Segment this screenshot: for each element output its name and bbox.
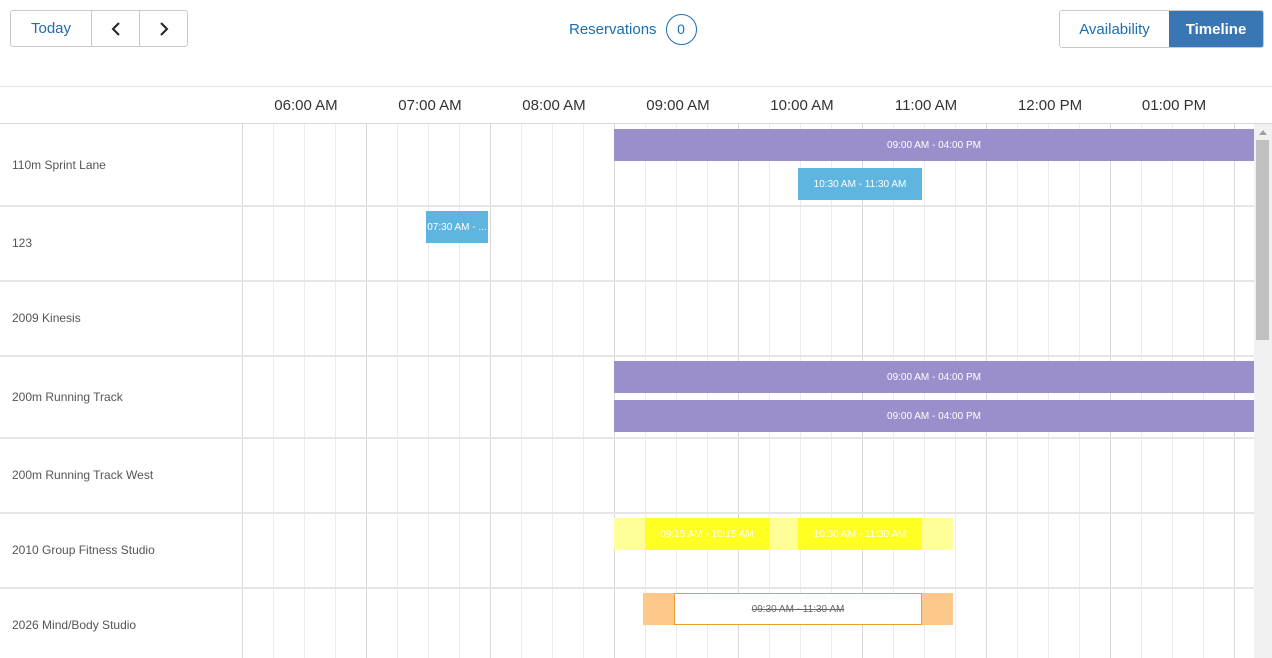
hour-label: 11:00 AM: [894, 97, 958, 114]
timeline-view-button[interactable]: Timeline: [1169, 11, 1263, 47]
cancelled-reservation-block[interactable]: 09:30 AM - 11:30 AM: [674, 593, 922, 625]
resource-name: 2010 Group Fitness Studio: [12, 543, 155, 557]
today-button[interactable]: Today: [11, 11, 91, 46]
next-button[interactable]: [139, 11, 187, 46]
reservations-count-badge: 0: [665, 13, 697, 45]
resource-row: 2010 Group Fitness Studio 09:15 AM - 10:…: [0, 514, 1254, 589]
chevron-right-icon: [159, 21, 168, 36]
previous-button[interactable]: [91, 11, 139, 46]
reservation-block[interactable]: 09:00 AM - 04:00 PM: [614, 361, 1254, 393]
scroll-thumb[interactable]: [1256, 140, 1269, 340]
reservation-block[interactable]: 10:30 AM - 11:30 AM: [798, 518, 922, 550]
scroll-up-arrow-icon[interactable]: [1259, 130, 1267, 135]
reservation-block[interactable]: 07:30 AM - ...: [426, 211, 488, 243]
availability-view-button[interactable]: Availability: [1060, 11, 1169, 47]
resource-row: 123 07:30 AM - ...: [0, 207, 1254, 282]
chevron-left-icon: [111, 21, 120, 36]
hour-label: 07:00 AM: [398, 97, 462, 114]
hour-label: 12:00 PM: [1017, 97, 1083, 114]
hour-label: 10:00 AM: [770, 97, 834, 114]
resource-row: 2009 Kinesis: [0, 282, 1254, 357]
date-navigation: Today: [10, 10, 188, 47]
resource-name: 123: [12, 236, 33, 250]
hour-label: 01:00 PM: [1141, 97, 1207, 114]
view-switcher: Availability Timeline: [1059, 10, 1264, 48]
hour-label: 08:00 AM: [522, 97, 586, 114]
resource-name: 200m Running Track: [12, 390, 123, 404]
reservations-link[interactable]: Reservations 0: [569, 12, 697, 46]
resource-name: 2026 Mind/Body Studio: [12, 618, 137, 632]
resource-name: 200m Running Track West: [12, 468, 154, 482]
hour-label: 06:00 AM: [274, 97, 338, 114]
resource-name: 110m Sprint Lane: [12, 158, 106, 172]
hour-label: 09:00 AM: [646, 97, 710, 114]
resource-row: 200m Running Track 09:00 AM - 04:00 PM 0…: [0, 357, 1254, 439]
timeline-grid: 110m Sprint Lane 09:00 AM - 04:00 PM 10:…: [0, 124, 1254, 658]
resource-name: 2009 Kinesis: [12, 311, 81, 325]
reservations-label: Reservations: [569, 20, 657, 38]
resource-row: 2026 Mind/Body Studio 09:30 AM - 11:30 A…: [0, 589, 1254, 658]
vertical-scrollbar[interactable]: [1254, 124, 1272, 658]
reservation-block[interactable]: 09:00 AM - 04:00 PM: [614, 129, 1254, 161]
resource-row: 200m Running Track West: [0, 439, 1254, 514]
timeline-header: 06:00 AM 07:00 AM 08:00 AM 09:00 AM 10:0…: [0, 86, 1272, 124]
reservation-block[interactable]: 10:30 AM - 11:30 AM: [798, 168, 922, 200]
reservation-block[interactable]: 09:15 AM - 10:15 AM: [645, 518, 769, 550]
reservation-block[interactable]: 09:00 AM - 04:00 PM: [614, 400, 1254, 432]
resource-row: 110m Sprint Lane 09:00 AM - 04:00 PM 10:…: [0, 124, 1254, 207]
